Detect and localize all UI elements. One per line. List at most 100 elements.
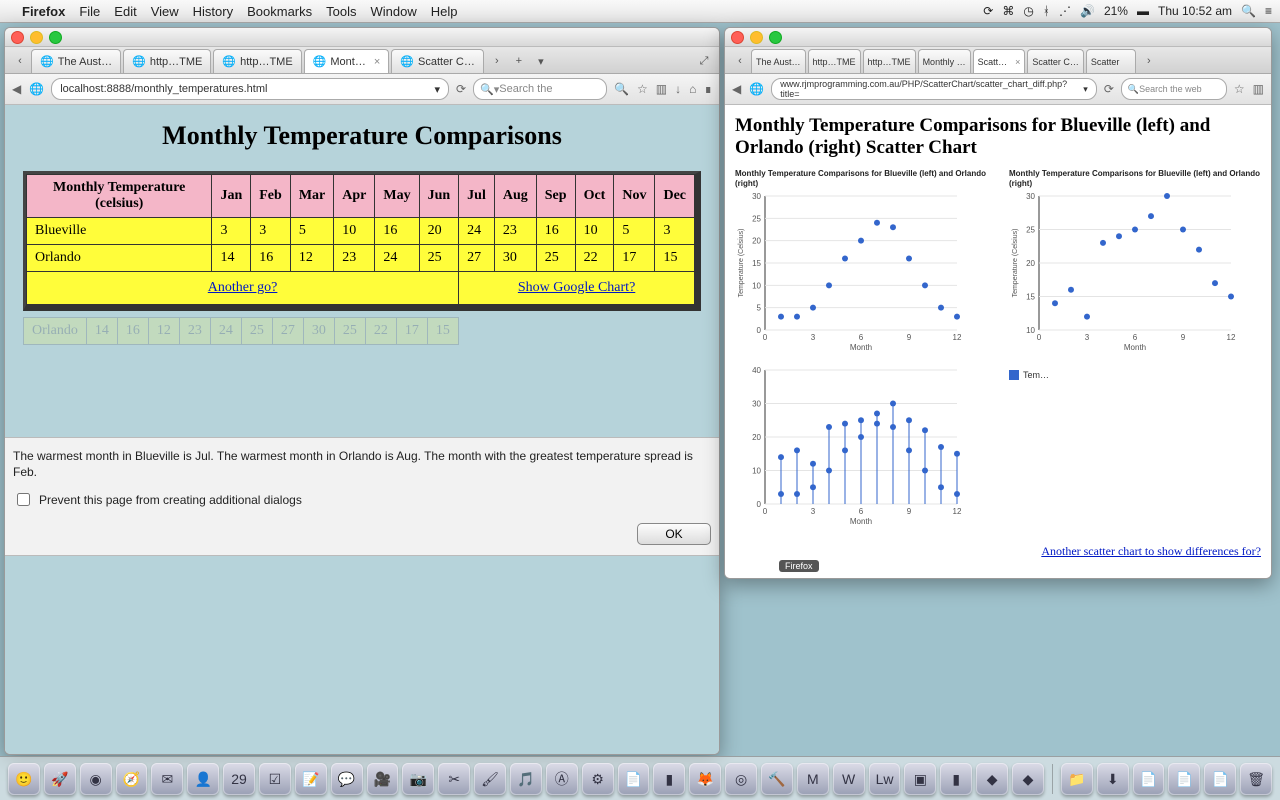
downloads-icon[interactable]: ↓ [674,82,682,96]
tab[interactable]: http…TME [808,49,861,73]
tab-scroll-right-icon[interactable]: › [1138,49,1160,73]
dock-launchpad-icon[interactable]: 🚀 [44,763,76,795]
zoom-icon[interactable] [769,31,782,44]
url-input[interactable]: www.rjmprogramming.com.au/PHP/ScatterCha… [771,78,1097,100]
accessibility-icon[interactable]: ⌘ [1002,4,1014,18]
dock-itunes-icon[interactable]: 🎵 [510,763,542,795]
dock-mail-icon[interactable]: ✉︎ [151,763,183,795]
wifi-icon[interactable]: ⋰ [1059,4,1071,18]
dock-downloads-icon[interactable]: ⬇︎ [1097,763,1129,795]
tab[interactable]: Scatter [1086,49,1136,73]
dock-folder-icon[interactable]: 📁 [1061,763,1093,795]
dock-grab-icon[interactable]: ✂︎ [438,763,470,795]
bluetooth-icon[interactable]: ᚼ [1043,4,1050,18]
clock[interactable]: Thu 10:52 am [1158,4,1232,18]
dock-livecode-icon[interactable]: Lw [869,763,901,795]
minimize-icon[interactable] [30,31,43,44]
link-another-scatter[interactable]: Another scatter chart to show difference… [1041,544,1261,558]
spotlight-icon[interactable]: 🔍 [1241,4,1256,18]
search-input[interactable]: 🔍▾ Search the [473,78,607,100]
tab[interactable]: 🌐http…TME [123,49,211,73]
tab[interactable]: The Aust… [751,49,806,73]
menu-view[interactable]: View [151,4,179,19]
tab[interactable]: Scatt…× [973,49,1026,73]
dock-app2-icon[interactable]: ◆ [1012,763,1044,795]
url-input[interactable]: localhost:8888/monthly_temperatures.html… [51,78,449,100]
titlebar[interactable] [5,28,719,47]
menu-file[interactable]: File [79,4,100,19]
menubar-app[interactable]: Firefox [22,4,65,19]
link-another-go[interactable]: Another go? [208,280,278,295]
dock-doc2-icon[interactable]: 📄 [1168,763,1200,795]
dock-doc1-icon[interactable]: 📄 [1133,763,1165,795]
dock-mamp-icon[interactable]: M [797,763,829,795]
identity-icon[interactable]: 🌐 [28,82,45,96]
dock-word-icon[interactable]: W [833,763,865,795]
dock-paintbrush-icon[interactable]: 🖌 [474,763,506,795]
dock-dashboard-icon[interactable]: ◉ [80,763,112,795]
minimize-icon[interactable] [750,31,763,44]
dock-doc3-icon[interactable]: 📄 [1204,763,1236,795]
tab[interactable]: 🌐Mont…× [304,49,390,73]
bookmark-star-icon[interactable]: ☆ [636,82,649,96]
home-button[interactable]: ⌂ [688,82,697,96]
dock-appstore-icon[interactable]: Ⓐ [546,763,578,795]
search-input[interactable]: 🔍 Search the web [1121,78,1227,100]
link-show-chart[interactable]: Show Google Chart? [518,280,635,295]
menu-edit[interactable]: Edit [114,4,136,19]
menu-window[interactable]: Window [371,4,417,19]
tab[interactable]: 🌐http…TME [213,49,301,73]
menu-tools[interactable]: Tools [326,4,356,19]
tab-scroll-right-icon[interactable]: › [486,49,508,73]
tab-close-icon[interactable]: × [374,56,380,68]
back-button[interactable]: ◀ [11,82,22,96]
dock-chrome-icon[interactable]: ◎ [725,763,757,795]
dock-facetime-icon[interactable]: 🎥 [367,763,399,795]
tab[interactable]: Monthly … [918,49,971,73]
search-go-icon[interactable]: 🔍 [613,82,630,96]
close-icon[interactable] [11,31,24,44]
feed-icon[interactable]: ∎ [703,82,713,96]
dock-trash-icon[interactable]: 🗑 [1240,763,1272,795]
tab[interactable]: http…TME [863,49,916,73]
new-tab-button[interactable]: + [508,49,530,73]
identity-icon[interactable]: 🌐 [748,82,765,96]
dock-calendar-icon[interactable]: 29 [223,763,255,795]
close-icon[interactable] [731,31,744,44]
dock-messages-icon[interactable]: 💬 [331,763,363,795]
reload-button[interactable]: ⟳ [455,82,467,96]
zoom-icon[interactable] [49,31,62,44]
volume-icon[interactable]: 🔊 [1080,4,1095,18]
fullscreen-icon[interactable]: ⤢ [693,49,715,73]
menu-help[interactable]: Help [431,4,458,19]
dock-finder-icon[interactable]: 🙂 [8,763,40,795]
dock-firefox-icon[interactable]: 🦊 [689,763,721,795]
tab-scroll-left-icon[interactable]: ‹ [9,49,31,73]
notifications-icon[interactable]: ≡ [1265,4,1272,18]
dock-reminders-icon[interactable]: ☑︎ [259,763,291,795]
dock-photobooth-icon[interactable]: 📷 [402,763,434,795]
dock-app1-icon[interactable]: ◆ [976,763,1008,795]
dock-finder2-icon[interactable]: ▣ [904,763,936,795]
menu-bookmarks[interactable]: Bookmarks [247,4,312,19]
dock-systemprefs-icon[interactable]: ⚙︎ [582,763,614,795]
dock-textedit-icon[interactable]: 📄 [618,763,650,795]
timemachine-icon[interactable]: ◷ [1023,4,1033,18]
ok-button[interactable]: OK [637,523,711,545]
titlebar[interactable] [725,28,1271,47]
tab-scroll-left-icon[interactable]: ‹ [729,49,751,73]
dock-terminal-icon[interactable]: ▮ [653,763,685,795]
tab[interactable]: 🌐Scatter C… [391,49,484,73]
dock-xcode-icon[interactable]: 🔨 [761,763,793,795]
reader-icon[interactable]: ▥ [655,82,668,96]
tab[interactable]: 🌐The Aust… [31,49,121,73]
prevent-dialogs-input[interactable] [17,493,30,506]
reload-button[interactable]: ⟳ [1103,82,1115,96]
bookmark-star-icon[interactable]: ☆ [1233,82,1246,96]
back-button[interactable]: ◀ [731,82,742,96]
prevent-dialogs-checkbox[interactable]: Prevent this page from creating addition… [13,490,711,509]
sync-icon[interactable]: ⟳ [983,4,993,18]
dock-notes-icon[interactable]: 📝 [295,763,327,795]
menu-history[interactable]: History [193,4,233,19]
dock-terminal2-icon[interactable]: ▮ [940,763,972,795]
